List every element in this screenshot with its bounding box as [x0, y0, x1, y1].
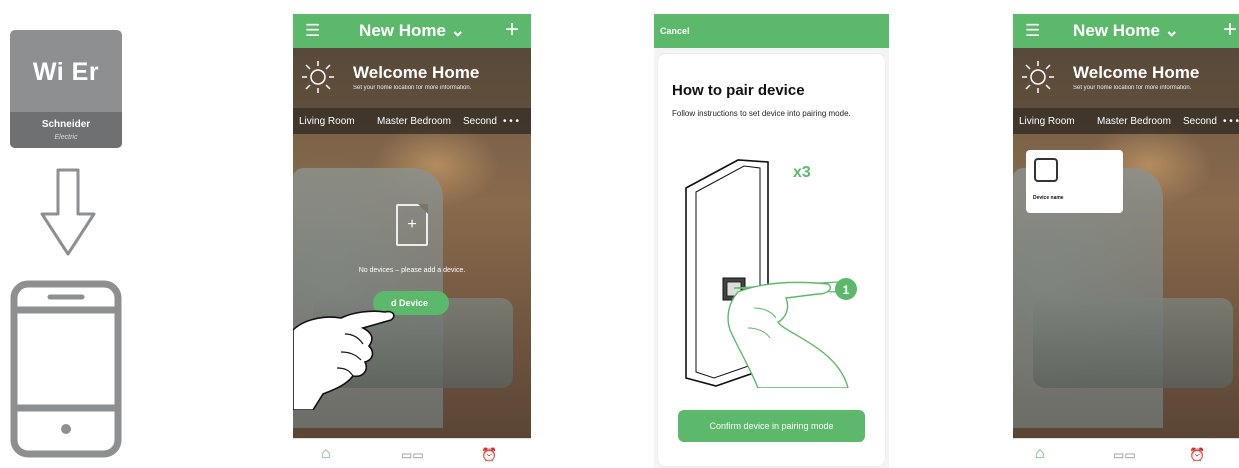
app-bar: Cancel	[654, 14, 889, 48]
app-bar: ☰ New Home ⌄ +	[1013, 14, 1239, 48]
device-name: Device name	[1033, 195, 1064, 201]
cancel-button[interactable]: Cancel	[660, 26, 690, 36]
device-tile[interactable]: Device name	[1026, 150, 1123, 213]
welcome-title: Welcome Home	[1073, 63, 1200, 82]
phone-screen-home-with-device: ☰ New Home ⌄ + Welcome Home Set your hom…	[1013, 14, 1239, 468]
logo-word: Wi Er	[32, 58, 100, 86]
welcome-subtitle: Set your home location for more informat…	[1073, 85, 1192, 91]
confirm-pairing-button[interactable]: Confirm device in pairing mode	[678, 410, 865, 442]
sun-icon	[302, 61, 334, 93]
pointing-hand-icon	[293, 310, 395, 410]
room-tabs: Living Room Master Bedroom Second • • •	[293, 108, 531, 134]
home-icon[interactable]: ⌂	[1035, 445, 1045, 463]
grid-icon[interactable]: ▭▭	[1113, 448, 1136, 462]
welcome-subtitle: Set your home location for more informat…	[353, 85, 472, 91]
bottom-navigation: ⌂ ▭▭ ⏰	[1013, 438, 1239, 468]
tab-living-room[interactable]: Living Room	[299, 116, 355, 127]
welcome-title: Welcome Home	[353, 63, 480, 82]
welcome-banner[interactable]: Welcome Home Set your home location for …	[293, 48, 531, 108]
tab-master-bedroom[interactable]: Master Bedroom	[1097, 116, 1171, 127]
sun-icon	[1022, 61, 1054, 93]
logo-brand: Schneider	[41, 119, 91, 130]
alarm-icon[interactable]: ⏰	[481, 447, 497, 463]
tab-second[interactable]: Second	[463, 116, 497, 127]
logo-sub: Electric	[54, 134, 78, 141]
tab-second[interactable]: Second	[1183, 116, 1217, 127]
add-icon[interactable]: +	[1223, 16, 1237, 44]
home-selector[interactable]: New Home ⌄	[1013, 21, 1239, 41]
switch-press-illustration	[685, 159, 849, 388]
phone-screen-empty-home: ☰ New Home ⌄ + Welcome Home Set your hom…	[293, 14, 531, 468]
empty-device-icon: +	[396, 204, 428, 246]
pair-instructions: Follow instructions to set device into p…	[672, 109, 851, 118]
step-number: 1	[842, 283, 850, 297]
tab-living-room[interactable]: Living Room	[1019, 116, 1075, 127]
phone-screen-pair-device: Cancel How to pair device Follow instruc…	[654, 14, 889, 468]
device-icon	[1034, 158, 1058, 182]
alarm-icon[interactable]: ⏰	[1189, 447, 1205, 463]
room-tabs: Living Room Master Bedroom Second • • •	[1013, 108, 1239, 134]
empty-message: No devices – please add a device.	[358, 267, 466, 274]
tab-master-bedroom[interactable]: Master Bedroom	[377, 116, 451, 127]
add-icon[interactable]: +	[505, 16, 519, 44]
sofa-arm-image	[1033, 298, 1233, 388]
wiser-logo: Wi Er Schneider Electric	[10, 30, 122, 148]
pair-title: How to pair device	[672, 82, 805, 99]
logo-band	[10, 112, 122, 148]
more-rooms-icon[interactable]: • • •	[1223, 116, 1239, 127]
grid-icon[interactable]: ▭▭	[401, 448, 424, 462]
arrow-down-icon	[40, 168, 96, 256]
home-selector[interactable]: New Home ⌄	[293, 21, 531, 41]
pair-card: How to pair device Follow instructions t…	[658, 54, 885, 466]
pairing-guide: Wi Er Schneider Electric ☰ New Home ⌄ +	[0, 0, 1239, 468]
smartphone-icon	[10, 280, 122, 458]
more-rooms-icon[interactable]: • • •	[503, 116, 519, 127]
bottom-navigation: ⌂ ▭▭ ⏰	[293, 438, 531, 468]
app-bar: ☰ New Home ⌄ +	[293, 14, 531, 48]
home-icon[interactable]: ⌂	[321, 445, 331, 463]
welcome-banner[interactable]: Welcome Home Set your home location for …	[1013, 48, 1239, 108]
